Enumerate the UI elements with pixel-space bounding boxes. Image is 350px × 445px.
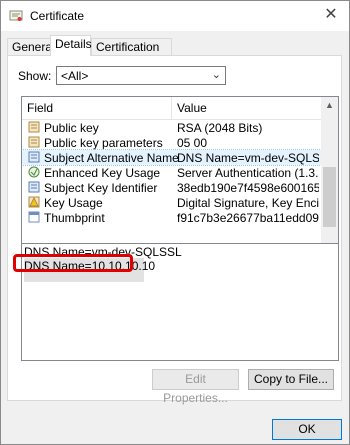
scroll-thumb[interactable] [323,167,336,227]
ok-button[interactable]: OK [272,419,342,440]
show-dropdown-value: <All> [61,69,89,83]
property-icon [28,211,40,223]
field-name: Public key parameters [44,136,163,150]
field-value: Digital Signature, Key Encipher... [177,196,319,210]
field-value: f91c7b3e26677ba11edd09e76... [177,211,319,225]
tab-general[interactable]: General [7,38,55,55]
column-header-value[interactable]: Value [177,101,207,115]
column-header-field[interactable]: Field [27,101,53,115]
extension-icon [28,166,40,178]
list-item-selected[interactable]: Subject Alternative Name DNS Name=vm-dev… [22,149,322,166]
list-item[interactable]: Public key parameters 05 00 [22,135,321,150]
column-divider[interactable] [171,97,172,119]
tab-details[interactable]: Details [50,35,92,56]
list-item[interactable]: Thumbprint f91c7b3e26677ba11edd09e76... [22,210,321,225]
tab-certification-path[interactable]: Certification Path [91,38,172,71]
highlight-annotation-box [13,254,133,272]
field-name: Public key [44,121,99,135]
title-bar: Certificate ✕ [1,1,349,31]
field-name: Thumbprint [44,211,105,225]
close-icon[interactable]: ✕ [321,5,341,25]
certificate-icon [9,10,23,21]
details-panel: Show: <All> ⌄ Field Value Public key RSA… [7,55,342,405]
show-label: Show: [18,69,52,83]
critical-extension-icon [28,196,40,208]
field-value: Server Authentication (1.3.6.... [177,166,319,180]
field-name: Subject Alternative Name [44,151,179,165]
field-name: Key Usage [44,196,103,210]
certificate-window: Certificate ✕ General Details Certificat… [0,0,350,445]
field-value: 05 00 [177,136,208,150]
copy-to-file-button[interactable]: Copy to File... [248,369,334,390]
field-value: RSA (2048 Bits) [177,121,263,135]
chevron-down-icon: ⌄ [211,69,221,81]
scroll-up-icon[interactable]: ▲ [321,97,338,114]
list-item[interactable]: Key Usage Digital Signature, Key Enciphe… [22,195,321,210]
list-item[interactable]: Enhanced Key Usage Server Authentication… [22,165,321,180]
field-name: Subject Key Identifier [44,181,158,195]
edit-properties-button[interactable]: Edit Properties... [152,369,239,405]
list-header: Field Value [22,97,321,120]
field-name: Enhanced Key Usage [44,166,161,180]
list-item[interactable]: Subject Key Identifier 38edb190e7f4598e6… [22,180,321,195]
extension-icon [28,181,40,193]
list-item[interactable]: Public key RSA (2048 Bits) [22,120,321,135]
field-value: 38edb190e7f4598e600165aa... [177,181,319,195]
window-title: Certificate [30,9,85,23]
field-icon [28,121,40,133]
field-value: DNS Name=vm-dev-SQLSSL, ... [177,151,319,165]
field-icon [28,136,40,148]
show-dropdown[interactable]: <All> ⌄ [56,66,226,85]
extension-icon [28,151,40,163]
